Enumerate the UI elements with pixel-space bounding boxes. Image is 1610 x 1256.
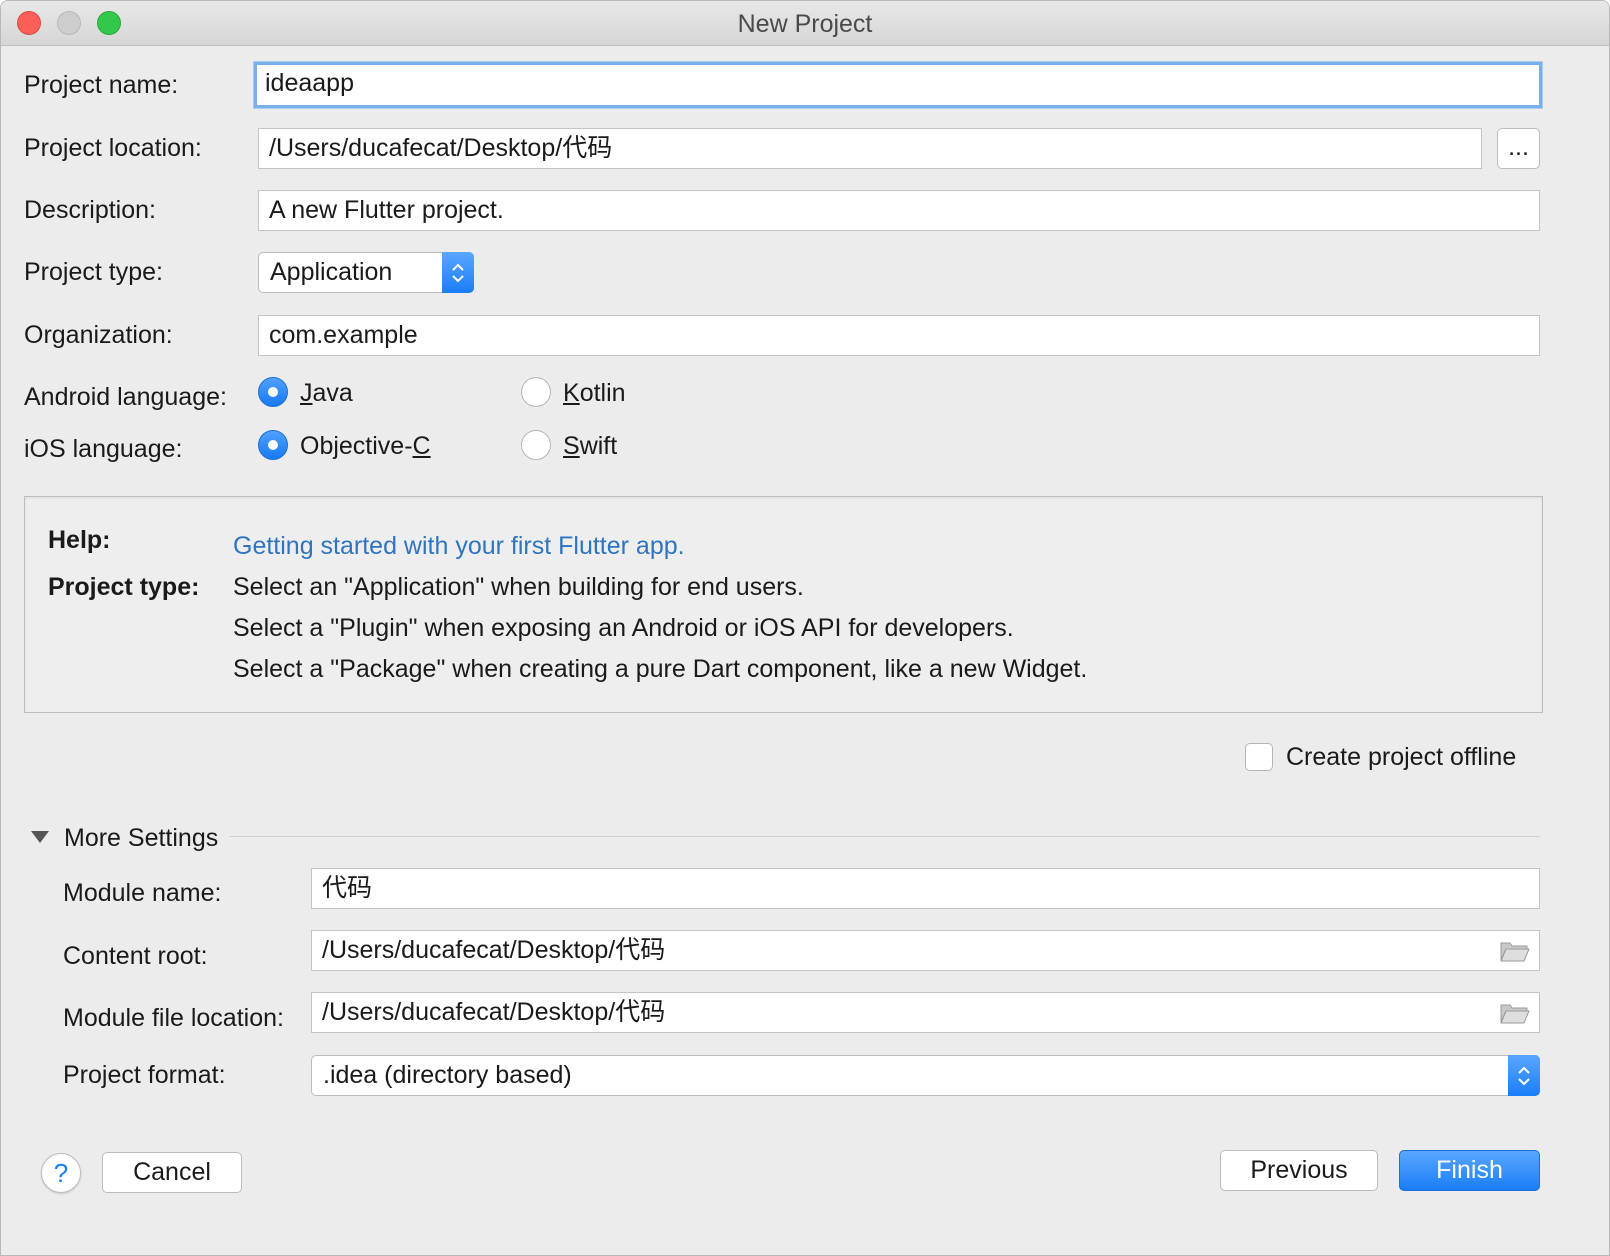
project-format-label: Project format: <box>63 1061 226 1089</box>
browse-location-button[interactable]: ... <box>1497 128 1540 169</box>
java-radio[interactable] <box>258 377 288 407</box>
previous-button[interactable]: Previous <box>1220 1150 1378 1191</box>
help-heading: Help: <box>48 526 111 554</box>
window-title: New Project <box>737 10 873 38</box>
project-name-label: Project name: <box>24 71 179 99</box>
project-location-input[interactable]: /Users/ducafecat/Desktop/代码 <box>258 128 1482 169</box>
folder-icon[interactable] <box>1500 1002 1530 1024</box>
swift-radio-label[interactable]: Swift <box>563 432 617 461</box>
module-name-input[interactable]: 代码 <box>311 868 1540 909</box>
help-line-application: Select an "Application" when building fo… <box>233 573 804 601</box>
project-location-label: Project location: <box>24 134 202 162</box>
disclosure-triangle-icon[interactable] <box>30 830 50 844</box>
content-root-label: Content root: <box>63 942 208 970</box>
project-type-value: Application <box>270 258 393 286</box>
content-root-input[interactable]: /Users/ducafecat/Desktop/代码 <box>311 930 1540 971</box>
kotlin-radio-label[interactable]: Kotlin <box>563 379 626 408</box>
folder-icon[interactable] <box>1500 940 1530 962</box>
getting-started-link[interactable]: Getting started with your first Flutter … <box>233 532 685 561</box>
help-icon[interactable]: ? <box>41 1153 81 1193</box>
module-name-label: Module name: <box>63 879 222 907</box>
java-radio-label[interactable]: Java <box>300 379 353 408</box>
swift-radio[interactable] <box>521 430 551 460</box>
description-label: Description: <box>24 196 156 224</box>
more-settings-divider <box>230 836 1540 837</box>
cancel-button[interactable]: Cancel <box>102 1152 242 1193</box>
kotlin-radio[interactable] <box>521 377 551 407</box>
module-file-location-input[interactable]: /Users/ducafecat/Desktop/代码 <box>311 992 1540 1033</box>
help-panel: Help: Getting started with your first Fl… <box>24 496 1543 713</box>
help-project-type-heading: Project type: <box>48 573 200 601</box>
help-line-package: Select a "Package" when creating a pure … <box>233 655 1088 683</box>
objective-c-radio-label[interactable]: Objective-C <box>300 432 431 461</box>
organization-label: Organization: <box>24 321 173 349</box>
title-bar: New Project <box>1 1 1609 46</box>
project-format-select[interactable]: .idea (directory based) <box>311 1055 1540 1096</box>
new-project-dialog: New Project Project name: ideaapp Projec… <box>0 0 1610 1256</box>
create-offline-checkbox[interactable] <box>1245 743 1273 771</box>
more-settings-title[interactable]: More Settings <box>64 824 218 853</box>
finish-button[interactable]: Finish <box>1399 1150 1540 1191</box>
create-offline-label[interactable]: Create project offline <box>1286 743 1516 772</box>
project-type-select[interactable]: Application <box>258 252 474 293</box>
chevron-updown-icon <box>442 252 474 293</box>
android-language-label: Android language: <box>24 383 227 411</box>
project-format-value: .idea (directory based) <box>323 1061 572 1089</box>
project-type-label: Project type: <box>24 258 163 286</box>
project-name-input[interactable]: ideaapp <box>254 62 1542 108</box>
organization-input[interactable]: com.example <box>258 315 1540 356</box>
help-line-plugin: Select a "Plugin" when exposing an Andro… <box>233 614 1014 642</box>
description-input[interactable]: A new Flutter project. <box>258 190 1540 231</box>
module-file-location-label: Module file location: <box>63 1004 284 1032</box>
ios-language-label: iOS language: <box>24 435 183 463</box>
objective-c-radio[interactable] <box>258 430 288 460</box>
chevron-updown-icon <box>1508 1055 1540 1096</box>
